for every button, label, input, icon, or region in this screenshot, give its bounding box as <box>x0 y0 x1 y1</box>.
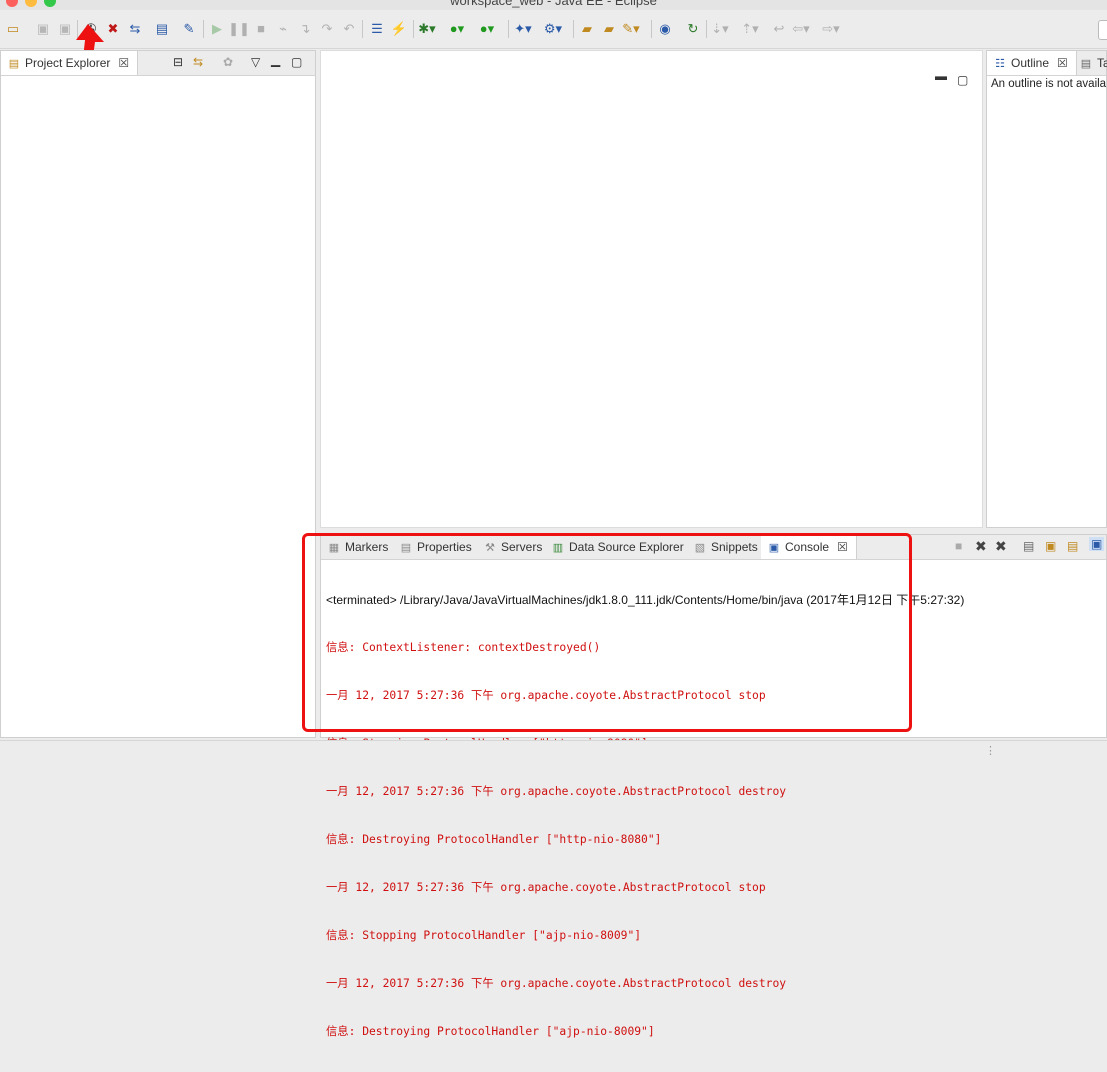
back-icon[interactable]: ⇦▾ <box>792 20 810 38</box>
status-bar: ⋮ <box>0 740 1107 760</box>
debug-icon[interactable]: ✱▾ <box>418 20 436 38</box>
outline-icon: ☷ <box>995 57 1005 70</box>
outline-panel: ☷ Outline ☒ ▤ Ta An outline is not avail… <box>986 50 1107 528</box>
run-icon[interactable]: ●▾ <box>448 20 466 38</box>
project-explorer-tabbar: ▤ Project Explorer ☒ ⊟ ⇆ ✿ ▽ ▁ ▢ <box>1 51 315 76</box>
open-folder-icon[interactable]: ▰ <box>600 20 618 38</box>
snippets-tab-label: Snippets <box>711 540 758 554</box>
last-edit-icon[interactable]: ↩ <box>770 20 788 38</box>
refresh-icon[interactable]: ↻ <box>684 20 702 38</box>
new-server-icon[interactable]: ✦▾ <box>514 20 532 38</box>
prev-annotation-icon[interactable]: ⇡▾ <box>741 20 759 38</box>
minimize-icon[interactable]: ▁ <box>271 53 280 67</box>
tab-properties[interactable]: ▤ Properties <box>399 535 472 559</box>
console-tab-label: Console <box>785 540 830 554</box>
tab-snippets[interactable]: ▧ Snippets <box>693 535 758 559</box>
tab-task-list[interactable]: ▤ Ta <box>1079 51 1107 75</box>
title-bar: workspace_web - Java EE - Eclipse <box>0 0 1107 10</box>
step-into-icon[interactable]: ↴ <box>296 20 314 38</box>
console-line: 一月 12, 2017 5:27:36 下午 org.apache.coyote… <box>326 977 787 990</box>
step-return-icon[interactable]: ↶ <box>340 20 358 38</box>
editor-area: ▬ ▢ <box>320 50 983 528</box>
bottom-tabbar: ▦ Markers ▤ Properties ⚒ Servers ▥ Data … <box>321 535 1106 560</box>
data-source-icon: ▥ <box>552 541 564 554</box>
console-line: 信息: Destroying ProtocolHandler ["ajp-nio… <box>326 1025 655 1038</box>
task-list-tab-label: Ta <box>1097 56 1107 70</box>
tab-markers[interactable]: ▦ Markers <box>327 535 389 559</box>
search-icon[interactable]: ✎▾ <box>622 20 640 38</box>
markers-icon: ▦ <box>328 541 340 554</box>
console-line: 信息: ContextListener: contextDestroyed() <box>326 641 601 654</box>
maximize-icon[interactable]: ▢ <box>291 55 302 69</box>
quick-access-field[interactable] <box>1098 20 1107 40</box>
terminate-icon[interactable]: ■ <box>252 20 270 38</box>
close-icon[interactable]: ☒ <box>837 540 848 554</box>
data-source-tab-label: Data Source Explorer <box>569 540 684 554</box>
open-console-icon[interactable]: ▤ <box>153 20 171 38</box>
step-over-icon[interactable]: ↷ <box>318 20 336 38</box>
console-line: 一月 12, 2017 5:27:36 下午 org.apache.coyote… <box>326 881 766 894</box>
project-explorer-tab-label: Project Explorer <box>25 56 111 70</box>
tab-outline[interactable]: ☷ Outline ☒ <box>987 51 1077 75</box>
remove-launch-icon[interactable]: ✖ <box>975 538 987 555</box>
new-icon[interactable]: ▭ <box>4 20 22 38</box>
outline-message: An outline is not availa <box>991 78 1107 90</box>
window-title: workspace_web - Java EE - Eclipse <box>450 0 657 8</box>
project-explorer-panel: ▤ Project Explorer ☒ ⊟ ⇆ ✿ ▽ ▁ ▢ <box>0 50 316 738</box>
pin-icon[interactable]: ✎ <box>180 20 198 38</box>
properties-tab-label: Properties <box>417 540 472 554</box>
clear-console-icon[interactable]: ▤ <box>1023 539 1034 553</box>
focus-icon[interactable]: ✿ <box>223 55 233 69</box>
tab-servers[interactable]: ⚒ Servers <box>483 535 542 559</box>
web-service-icon[interactable]: ⚙▾ <box>544 20 562 38</box>
servers-icon: ⚒ <box>485 541 495 554</box>
run-external-icon[interactable]: ●▾ <box>478 20 496 38</box>
remove-all-terminated-icon[interactable]: ✖ <box>995 538 1007 555</box>
forward-icon[interactable]: ⇨▾ <box>822 20 840 38</box>
link-editor-icon[interactable]: ⇆ <box>193 55 203 69</box>
collapse-all-icon[interactable]: ⊟ <box>173 55 183 69</box>
console-icon: ▣ <box>768 541 780 554</box>
properties-icon: ▤ <box>400 541 412 554</box>
open-type-icon[interactable]: ▰ <box>578 20 596 38</box>
globe-icon[interactable]: ◉ <box>656 20 674 38</box>
console-line: 信息: Stopping ProtocolHandler ["ajp-nio-8… <box>326 929 642 942</box>
task-list-icon: ▤ <box>1080 57 1092 70</box>
disconnect-icon[interactable]: ⌁ <box>274 20 292 38</box>
console-terminated-header: <terminated> /Library/Java/JavaVirtualMa… <box>326 593 965 607</box>
word-wrap-icon[interactable]: ▤ <box>1067 539 1078 553</box>
run-last-icon[interactable]: ⚡ <box>390 20 408 38</box>
tab-data-source-explorer[interactable]: ▥ Data Source Explorer <box>551 535 684 559</box>
editor-maximize-icon[interactable]: ▢ <box>957 73 968 87</box>
tab-console[interactable]: ▣ Console ☒ <box>761 535 857 559</box>
console-line: 一月 12, 2017 5:27:36 下午 org.apache.coyote… <box>326 785 787 798</box>
display-console-icon[interactable]: ▣ <box>1089 537 1105 551</box>
servers-tab-label: Servers <box>501 540 543 554</box>
close-icon[interactable]: ☒ <box>118 56 129 70</box>
project-explorer-icon: ▤ <box>8 57 20 70</box>
outline-tab-label: Outline <box>1011 56 1050 70</box>
resume-icon[interactable]: ▶ <box>208 20 226 38</box>
save-icon[interactable]: ▣ <box>34 20 52 38</box>
console-line: 一月 12, 2017 5:27:36 下午 org.apache.coyote… <box>326 689 766 702</box>
editor-minimize-icon[interactable]: ▬ <box>935 69 947 83</box>
publish-icon[interactable]: ⇆ <box>126 20 144 38</box>
console-output: <terminated> /Library/Java/JavaVirtualMa… <box>326 560 964 1072</box>
markers-tab-label: Markers <box>345 540 389 554</box>
view-menu-icon[interactable]: ▽ <box>251 55 260 69</box>
terminate-console-icon[interactable]: ■ <box>955 539 962 553</box>
close-icon[interactable]: ☒ <box>1057 56 1068 70</box>
status-grip-icon: ⋮ <box>985 745 996 757</box>
task-icon[interactable]: ☰ <box>368 20 386 38</box>
main-toolbar: ▭ ▣ ▣ ✇ ✖ ⇆ ▤ ✎ ▶ ❚❚ ■ ⌁ ↴ ↷ ↶ ☰ ⚡ ✱▾ ●▾… <box>0 10 1107 49</box>
outline-tabbar: ☷ Outline ☒ ▤ Ta <box>987 51 1107 76</box>
scroll-lock-icon[interactable]: ▣ <box>1045 539 1056 553</box>
next-annotation-icon[interactable]: ⇣▾ <box>711 20 729 38</box>
bottom-panel: ▦ Markers ▤ Properties ⚒ Servers ▥ Data … <box>320 534 1107 1038</box>
console-line: 信息: Destroying ProtocolHandler ["http-ni… <box>326 833 662 846</box>
tab-project-explorer[interactable]: ▤ Project Explorer ☒ <box>1 51 139 75</box>
snippets-icon: ▧ <box>694 541 706 554</box>
suspend-icon[interactable]: ❚❚ <box>228 20 250 38</box>
